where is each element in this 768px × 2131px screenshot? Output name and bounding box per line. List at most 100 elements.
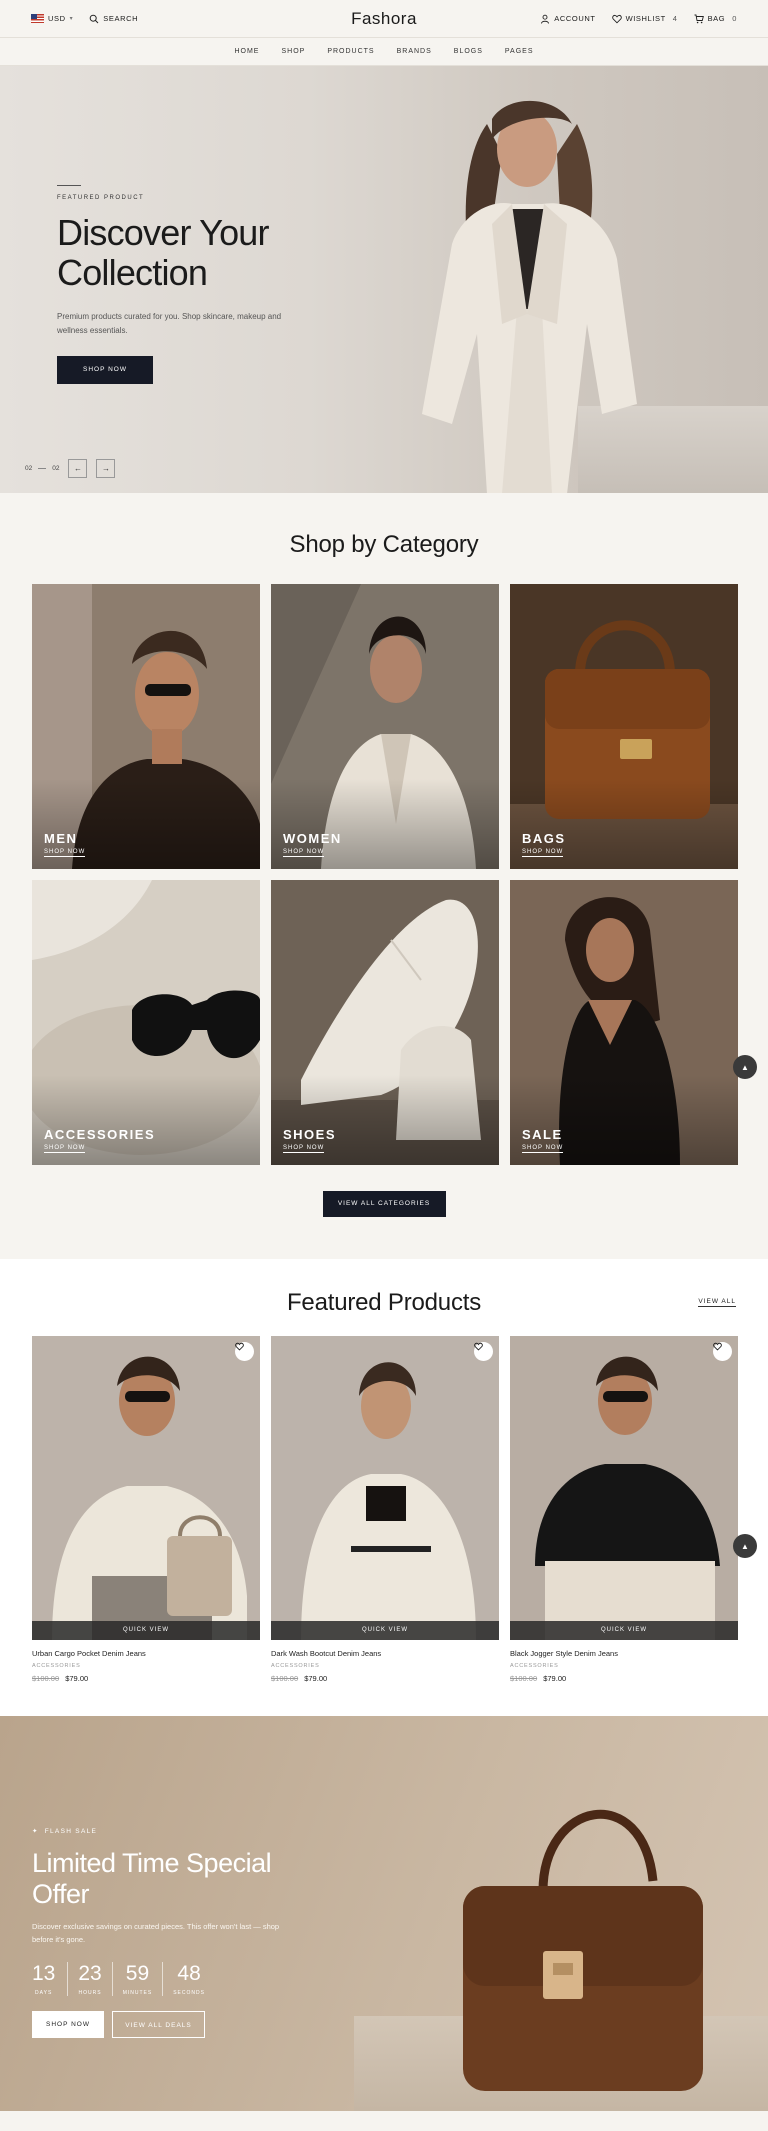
countdown-value: 48: [177, 1962, 201, 1985]
arrow-left-icon: ←: [73, 464, 82, 473]
nav-item-brands[interactable]: BRANDS: [397, 48, 432, 55]
sale-content: ✦ FLASH SALE Limited Time Special Offer …: [32, 1827, 322, 2038]
nav-item-shop[interactable]: SHOP: [281, 48, 305, 55]
category-shoes-link[interactable]: SHOP NOW: [283, 1145, 325, 1153]
category-card-women[interactable]: WOMEN SHOP NOW: [271, 584, 499, 869]
hero-model-image: [422, 100, 637, 493]
featured-header: Featured Products VIEW ALL: [0, 1289, 768, 1317]
countdown-label: MINUTES: [122, 1990, 153, 1996]
hero-banner: FEATURED PRODUCT Discover Your Collectio…: [0, 66, 768, 493]
product-old-price: $100.00: [32, 1674, 60, 1683]
category-card-sale[interactable]: SALE SHOP NOW: [510, 880, 738, 1165]
category-section-title: Shop by Category: [289, 531, 479, 558]
wishlist-label: WISHLIST: [625, 14, 666, 23]
product-card[interactable]: QUICK VIEW Dark Wash Bootcut Denim Jeans…: [271, 1336, 499, 1683]
hero-title: Discover Your Collection: [57, 213, 297, 293]
category-card-bags[interactable]: BAGS SHOP NOW: [510, 584, 738, 869]
product-grid: QUICK VIEW Urban Cargo Pocket Denim Jean…: [32, 1336, 768, 1683]
account-label: ACCOUNT: [554, 14, 596, 23]
view-all-deals-button[interactable]: VIEW ALL DEALS: [112, 2011, 205, 2038]
category-grid: MEN SHOP NOW WOMEN SHOP NOW BAGS SHOP NO…: [32, 584, 768, 1165]
hero-title-line2: Collection: [57, 252, 208, 293]
search-button[interactable]: SEARCH: [89, 14, 138, 24]
hero-next-button[interactable]: →: [96, 459, 116, 478]
view-all-products-link[interactable]: VIEW ALL: [698, 1298, 736, 1307]
currency-selector[interactable]: USD ▾: [31, 14, 73, 23]
site-logo[interactable]: Fashora: [351, 9, 417, 29]
nav-item-pages[interactable]: PAGES: [505, 48, 534, 55]
hero-shop-now-button[interactable]: SHOP NOW: [57, 356, 153, 384]
hero-title-line1: Discover Your: [57, 212, 270, 253]
topbar-left: USD ▾ SEARCH: [31, 14, 138, 24]
wishlist-count: 4: [672, 14, 678, 23]
wishlist-toggle[interactable]: [713, 1342, 732, 1361]
wishlist-link[interactable]: WISHLIST 4: [611, 14, 678, 24]
hero-rule: [57, 185, 81, 186]
countdown-seconds: 48 SECONDS: [162, 1962, 215, 1996]
quick-view-button[interactable]: QUICK VIEW: [271, 1621, 499, 1640]
product-price: $100.00 $79.00: [510, 1674, 738, 1683]
search-icon: [89, 14, 99, 23]
countdown-value: 59: [125, 1962, 150, 1985]
category-card-accessories[interactable]: ACCESSORIES SHOP NOW: [32, 880, 260, 1165]
account-link[interactable]: ACCOUNT: [540, 14, 595, 24]
sale-bag-image: [463, 1809, 703, 2091]
nav-item-products[interactable]: PRODUCTS: [327, 48, 374, 55]
scroll-to-top-button[interactable]: ▲: [733, 1055, 757, 1079]
hero-content: FEATURED PRODUCT Discover Your Collectio…: [57, 185, 297, 384]
category-men-link[interactable]: SHOP NOW: [44, 849, 86, 857]
nav-item-blogs[interactable]: BLOGS: [454, 48, 483, 55]
product-image: [32, 1336, 260, 1640]
search-label: SEARCH: [103, 14, 139, 23]
product-price: $100.00 $79.00: [32, 1674, 260, 1683]
quick-view-button[interactable]: QUICK VIEW: [32, 1621, 260, 1640]
category-shoes-label: SHOES: [283, 1127, 337, 1142]
product-image-frame: QUICK VIEW: [32, 1336, 260, 1640]
featured-section-title: Featured Products: [286, 1289, 482, 1316]
pager-current: 02: [25, 465, 33, 472]
category-sale-link[interactable]: SHOP NOW: [522, 1145, 564, 1153]
nav-item-home[interactable]: HOME: [234, 48, 259, 55]
product-name[interactable]: Dark Wash Bootcut Denim Jeans: [271, 1649, 499, 1658]
top-bar: USD ▾ SEARCH Fashora ACCOUNT WISHLIST 4 …: [0, 0, 768, 38]
product-name[interactable]: Urban Cargo Pocket Denim Jeans: [32, 1649, 260, 1658]
bag-count: 0: [732, 14, 737, 23]
product-name[interactable]: Black Jogger Style Denim Jeans: [510, 1649, 738, 1658]
category-women-link[interactable]: SHOP NOW: [283, 849, 325, 857]
countdown-minutes: 59 MINUTES: [111, 1962, 163, 1996]
user-icon: [541, 14, 550, 24]
category-accessories-link[interactable]: SHOP NOW: [44, 1145, 86, 1153]
countdown-label: HOURS: [78, 1990, 102, 1996]
heart-icon: [474, 1342, 483, 1351]
product-old-price: $100.00: [271, 1674, 299, 1683]
scroll-to-top-button[interactable]: ▲: [733, 1534, 757, 1558]
category-sale-label: SALE: [522, 1127, 563, 1142]
category-card-men[interactable]: MEN SHOP NOW: [32, 584, 260, 869]
heart-icon: [713, 1342, 722, 1351]
countdown-value: 23: [78, 1962, 102, 1985]
sale-shop-now-button[interactable]: SHOP NOW: [32, 2011, 104, 2038]
chevron-up-icon: ▲: [741, 1062, 749, 1072]
quick-view-button[interactable]: QUICK VIEW: [510, 1621, 738, 1640]
wishlist-toggle[interactable]: [474, 1342, 493, 1361]
category-bags-link[interactable]: SHOP NOW: [522, 849, 564, 857]
main-nav: HOME SHOP PRODUCTS BRANDS BLOGS PAGES: [0, 38, 768, 66]
hero-prev-button[interactable]: ←: [68, 459, 88, 478]
countdown-label: SECONDS: [173, 1990, 205, 1996]
hero-pager: 02 02 ← →: [25, 459, 116, 478]
wishlist-toggle[interactable]: [235, 1342, 254, 1361]
product-card[interactable]: QUICK VIEW Black Jogger Style Denim Jean…: [510, 1336, 738, 1683]
hero-subtitle: Premium products curated for you. Shop s…: [57, 312, 282, 335]
bag-link[interactable]: BAG 0: [694, 14, 737, 24]
category-women-label: WOMEN: [283, 831, 342, 846]
heart-icon: [235, 1342, 244, 1351]
currency-label: USD: [48, 14, 66, 23]
sale-title: Limited Time Special Offer: [32, 1848, 272, 1909]
product-card[interactable]: QUICK VIEW Urban Cargo Pocket Denim Jean…: [32, 1336, 260, 1683]
category-bags-label: BAGS: [522, 831, 566, 846]
featured-products-section: Featured Products VIEW ALL QUICK VIEW Ur…: [0, 1259, 768, 1716]
product-old-price: $100.00: [510, 1674, 538, 1683]
flash-sale-banner: ✦ FLASH SALE Limited Time Special Offer …: [0, 1716, 768, 2111]
category-card-shoes[interactable]: SHOES SHOP NOW: [271, 880, 499, 1165]
view-all-categories-button[interactable]: VIEW ALL CATEGORIES: [322, 1191, 446, 1217]
